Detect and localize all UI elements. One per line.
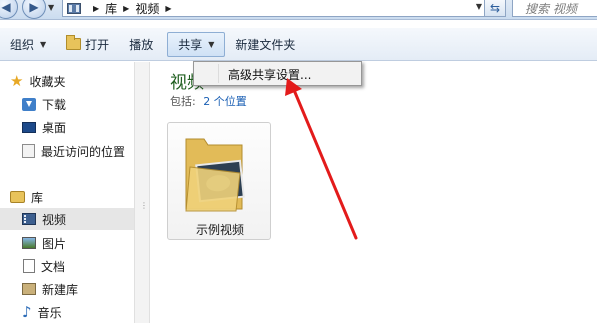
includes-label: 包括: [170,95,196,108]
content-pane: 视频 包括: 2 个位置 示例视频 [151,62,597,323]
star-icon: ★ [10,72,24,90]
address-history-dropdown[interactable]: ▼ [476,2,482,11]
play-button[interactable]: 播放 [119,32,163,56]
library-includes: 包括: 2 个位置 [170,93,247,109]
folder-tile[interactable]: 示例视频 [167,122,271,240]
new-library-icon [22,283,36,295]
download-icon [22,97,36,111]
sidebar-item-label: 桌面 [42,120,67,135]
chevron-down-icon: ▼ [208,39,215,49]
sidebar-item-label: 最近访问的位置 [41,144,126,159]
library-icon [10,191,25,203]
organize-label: 组织 [10,37,35,52]
refresh-icon: ⇆ [489,0,501,15]
sidebar-item-favorites[interactable]: ★ 收藏夹 [0,70,134,92]
sidebar-item-pictures[interactable]: 图片 [0,232,134,254]
share-button[interactable]: 共享 ▼ [167,31,226,57]
video-library-icon [67,2,81,14]
sidebar-item-new-library[interactable]: 新建库 [0,278,134,300]
breadcrumb-separator-icon[interactable]: ▶ [165,4,171,13]
open-button[interactable]: 打开 [56,32,119,56]
folder-label: 示例视频 [195,223,244,237]
sidebar-item-label: 文档 [41,259,66,274]
picture-icon [22,237,36,249]
sidebar-item-label: 收藏夹 [29,74,66,89]
breadcrumb-video[interactable]: 视频 [135,0,159,17]
video-icon [22,213,36,225]
back-arrow-icon: ◀ [1,0,11,14]
forward-button[interactable]: ▶ [22,0,46,19]
sidebar-item-label: 新建库 [42,282,79,297]
video-folder-icon [185,138,245,212]
navigation-pane: ★ 收藏夹 下载 桌面 最近访问的位置 库 视频 图片 文档 新建库 ♪ 音乐 [0,62,134,323]
music-note-icon: ♪ [22,303,32,321]
recent-places-icon [22,144,35,158]
sidebar-item-music[interactable]: ♪ 音乐 [0,301,134,323]
share-dropdown-menu: 高级共享设置... [193,61,362,86]
breadcrumb-library[interactable]: 库 [105,0,117,17]
address-bar: ◀ ▶ ▼ ▶ 库 ▶ 视频 ▶ ▼ ⇆ 搜索 视频 [0,0,597,20]
breadcrumb-separator-icon[interactable]: ▶ [123,4,129,13]
sidebar-item-label: 图片 [42,236,67,251]
sidebar-item-desktop[interactable]: 桌面 [0,116,134,138]
sidebar-item-recent-places[interactable]: 最近访问的位置 [0,140,134,162]
sidebar-item-label: 音乐 [37,305,62,320]
address-box[interactable]: ▶ 库 ▶ 视频 ▶ ▼ [62,0,487,17]
folder-open-icon [66,35,82,50]
sidebar-item-documents[interactable]: 文档 [0,255,134,277]
document-icon [23,259,35,273]
open-label: 打开 [85,37,110,52]
sidebar-item-label: 下载 [42,97,67,112]
advanced-sharing-settings-item[interactable]: 高级共享设置... [228,66,311,83]
sidebar-item-videos[interactable]: 视频 [0,208,134,230]
play-label: 播放 [129,37,154,52]
sidebar-item-label: 视频 [42,212,67,227]
sidebar-item-downloads[interactable]: 下载 [0,93,134,115]
grip-icon: ⋮ [140,201,148,210]
refresh-button[interactable]: ⇆ [484,0,506,17]
forward-arrow-icon: ▶ [29,0,39,14]
includes-locations-link[interactable]: 2 个位置 [203,95,247,108]
command-bar: 组织 ▼ 打开 播放 共享 ▼ 新建文件夹 [0,28,597,61]
menu-separator [218,64,219,83]
recent-pages-dropdown[interactable]: ▼ [48,3,58,15]
back-button[interactable]: ◀ [0,0,18,19]
pane-splitter[interactable]: ⋮ [134,62,150,323]
share-label: 共享 [178,37,203,52]
organize-button[interactable]: 组织 ▼ [0,32,56,56]
sidebar-item-libraries[interactable]: 库 [0,186,134,208]
breadcrumb-separator-icon[interactable]: ▶ [93,4,99,13]
sidebar-item-label: 库 [31,190,44,205]
new-folder-label: 新建文件夹 [235,37,296,52]
chevron-down-icon: ▼ [40,39,47,49]
new-folder-button[interactable]: 新建文件夹 [225,32,305,56]
explorer-window: ◀ ▶ ▼ ▶ 库 ▶ 视频 ▶ ▼ ⇆ 搜索 视频 组织 ▼ 打开 播放 共享… [0,0,597,323]
desktop-icon [22,121,36,133]
search-input[interactable]: 搜索 视频 [512,0,597,17]
